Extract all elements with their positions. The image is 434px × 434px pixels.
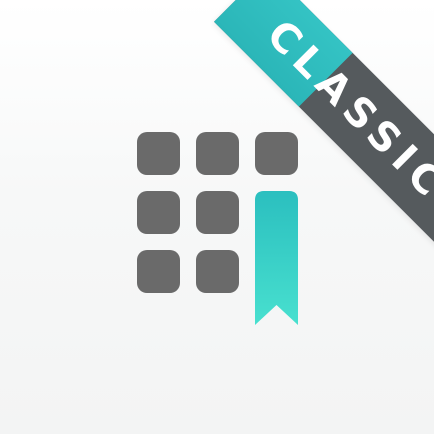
grid-tile	[137, 132, 180, 175]
app-icon: CLASSIC	[0, 0, 434, 434]
bookmark-icon	[255, 191, 298, 325]
grid-tile	[196, 132, 239, 175]
grid-logo	[0, 0, 434, 434]
grid-tile	[137, 191, 180, 234]
grid-tile	[255, 132, 298, 175]
grid-icon	[137, 132, 298, 325]
grid-tile	[196, 250, 239, 293]
grid-tile	[137, 250, 180, 293]
grid-tile	[196, 191, 239, 234]
